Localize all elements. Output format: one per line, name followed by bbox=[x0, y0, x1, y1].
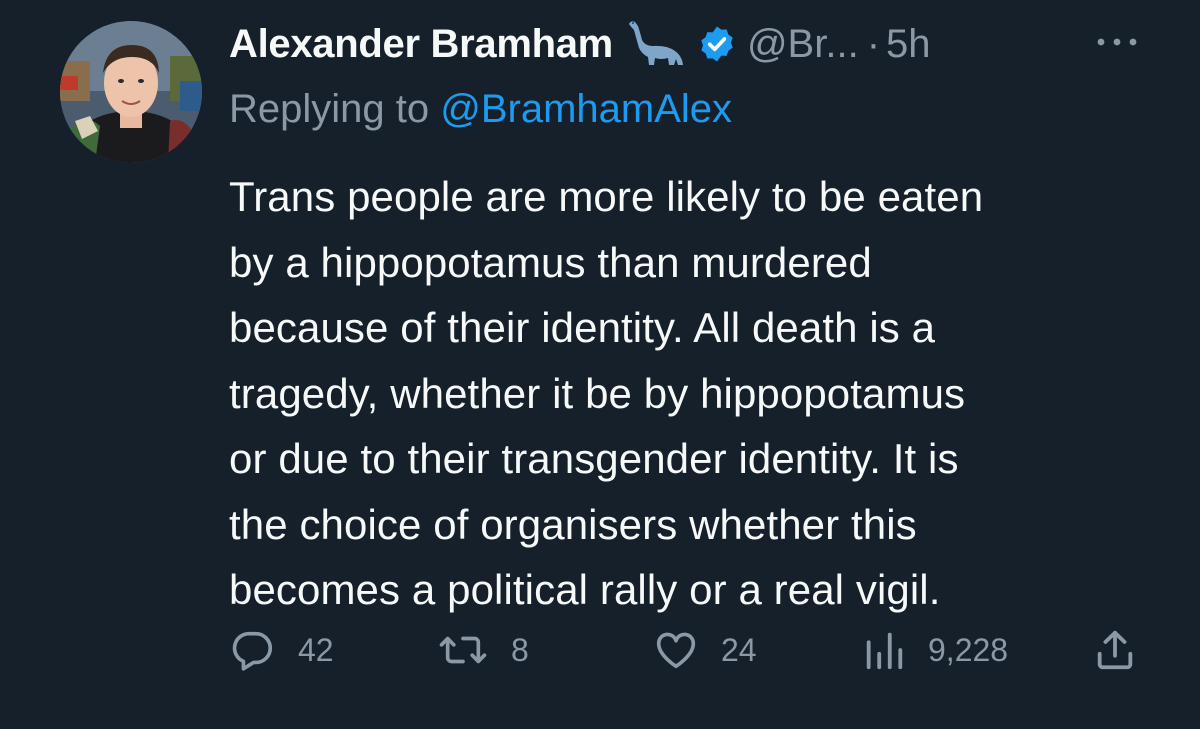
replying-to-label: Replying to bbox=[229, 87, 430, 131]
like-button[interactable]: 24 bbox=[653, 620, 757, 680]
views-count: 9,228 bbox=[928, 631, 1009, 668]
heart-icon bbox=[653, 627, 699, 673]
tweet-header: Alexander Bramham @Br... · 5h bbox=[229, 14, 931, 74]
more-dots-icon[interactable] bbox=[1095, 34, 1139, 50]
tweet-timestamp[interactable]: 5h bbox=[886, 22, 931, 67]
author-display-name[interactable]: Alexander Bramham bbox=[229, 22, 613, 67]
avatar[interactable] bbox=[60, 21, 202, 163]
share-button[interactable] bbox=[1092, 620, 1138, 680]
dinosaur-icon bbox=[625, 18, 687, 70]
reply-button[interactable]: 42 bbox=[230, 620, 334, 680]
avatar-photo bbox=[60, 21, 202, 163]
retweet-button[interactable]: 8 bbox=[437, 620, 529, 680]
share-icon bbox=[1092, 627, 1138, 673]
tweet-text: Trans people are more likely to be eaten… bbox=[229, 173, 984, 613]
author-handle[interactable]: @Br... bbox=[747, 22, 859, 67]
reply-mention-link[interactable]: @BramhamAlex bbox=[440, 87, 732, 131]
tweet-actions: 42 8 24 9,228 bbox=[0, 620, 1200, 680]
like-count: 24 bbox=[721, 631, 757, 668]
header-separator: · bbox=[866, 21, 881, 66]
retweet-icon bbox=[437, 627, 489, 673]
views-chart-icon bbox=[862, 627, 906, 673]
views-button[interactable]: 9,228 bbox=[862, 620, 1008, 680]
verified-badge-icon[interactable] bbox=[697, 24, 737, 64]
replying-to: Replying to @BramhamAlex bbox=[229, 87, 732, 132]
reply-count: 42 bbox=[298, 631, 334, 668]
comment-icon bbox=[230, 627, 276, 673]
tweet[interactable]: Alexander Bramham @Br... · 5h Replying t… bbox=[0, 0, 1200, 729]
retweet-count: 8 bbox=[511, 631, 529, 668]
